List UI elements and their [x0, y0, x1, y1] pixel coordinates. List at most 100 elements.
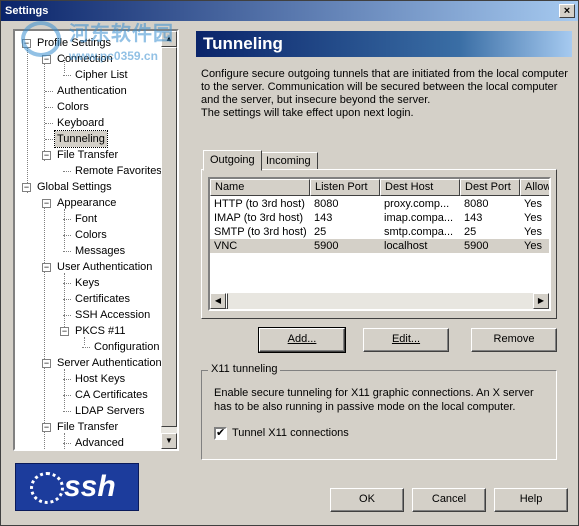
tree-item-certificates[interactable]: Certificates — [73, 291, 132, 307]
column-header-listen-port[interactable]: Listen Port — [310, 179, 380, 196]
table-cell: 143 — [464, 212, 483, 224]
tree-item-ldap-servers[interactable]: LDAP Servers — [73, 403, 147, 419]
scroll-thumb[interactable] — [226, 293, 228, 309]
description-line: and the server, but insecure beyond the … — [201, 94, 431, 106]
edit-button[interactable]: Edit... — [363, 328, 449, 352]
scroll-up-icon[interactable]: ▲ — [161, 31, 177, 47]
tree-item-remote-favorites[interactable]: Remote Favorites — [73, 163, 164, 179]
collapse-icon[interactable]: − — [42, 55, 51, 64]
x11-text-line: has to be also running in passive mode o… — [214, 401, 516, 413]
tab-outgoing[interactable]: Outgoing — [203, 150, 262, 171]
page-title: Tunneling — [196, 31, 572, 57]
column-header-dest-host[interactable]: Dest Host — [380, 179, 460, 196]
settings-window: Settings × − Profile Settings − Connection C… — [0, 0, 579, 526]
table-row[interactable]: VNC 5900 localhost 5900 Yes — [210, 239, 549, 253]
title-bar: Settings × — [1, 1, 578, 21]
tab-incoming[interactable]: Incoming — [259, 152, 318, 170]
table-cell: 8080 — [464, 198, 489, 210]
tree-item-keys[interactable]: Keys — [73, 275, 101, 291]
tree-item-connection[interactable]: Connection — [55, 51, 115, 67]
tree-item-global-settings[interactable]: Global Settings — [35, 179, 114, 195]
description-line: Configure secure outgoing tunnels that a… — [201, 68, 568, 80]
collapse-icon[interactable]: − — [42, 359, 51, 368]
x11-text-line: Enable secure tunneling for X11 graphic … — [214, 387, 534, 399]
tree-item-pkcs-11[interactable]: PKCS #11 — [73, 323, 128, 339]
x11-description: Enable secure tunneling for X11 graphic … — [214, 386, 544, 414]
table-cell: IMAP (to 3rd host) — [214, 212, 304, 224]
column-header-dest-port[interactable]: Dest Port — [460, 179, 520, 196]
close-icon[interactable]: × — [559, 4, 575, 18]
tree-item-colors[interactable]: Colors — [73, 227, 109, 243]
table-cell: imap.compa... — [384, 212, 454, 224]
table-cell: Yes — [524, 212, 542, 224]
tree-item-file-transfer[interactable]: File Transfer — [55, 419, 120, 435]
tunnel-x11-checkbox[interactable]: ✔ — [214, 427, 227, 440]
scroll-right-icon[interactable]: ▶ — [533, 293, 549, 309]
description-line: The settings will take effect upon next … — [201, 107, 414, 119]
table-cell: HTTP (to 3rd host) — [214, 198, 305, 210]
table-cell: SMTP (to 3rd host) — [214, 226, 307, 238]
ssh-logo: ssh — [15, 463, 139, 511]
help-button[interactable]: Help — [494, 488, 568, 512]
collapse-icon[interactable]: − — [60, 327, 69, 336]
cancel-button[interactable]: Cancel — [412, 488, 486, 512]
table-cell: localhost — [384, 240, 428, 252]
tree-item-server-authentication[interactable]: Server Authentication — [55, 355, 164, 371]
table-row[interactable]: HTTP (to 3rd host) 8080 proxy.comp... 8080 Y… — [210, 197, 549, 211]
table-cell: 8080 — [314, 198, 339, 210]
window-title: Settings — [5, 5, 49, 17]
tree-item-messages[interactable]: Messages — [73, 243, 127, 259]
add-button-label: Add... — [287, 333, 317, 345]
table-row[interactable]: IMAP (to 3rd host) 143 imap.compa... 143 Yes — [210, 211, 549, 225]
column-header-name[interactable]: Name — [210, 179, 310, 196]
tree-item-cipher-list[interactable]: Cipher List — [73, 67, 130, 83]
tunnel-x11-label[interactable]: Tunnel X11 connections — [232, 427, 349, 440]
tunnel-list: Name Listen Port Dest Host Dest Port All… — [208, 177, 551, 311]
logo-ring-icon — [30, 472, 64, 504]
tree-item-colors[interactable]: Colors — [55, 99, 91, 115]
list-header: Name Listen Port Dest Host Dest Port All… — [210, 179, 549, 196]
list-horizontal-scrollbar[interactable]: ◀ ▶ — [210, 293, 549, 309]
settings-tree: − Profile Settings − Connection Cipher List A… — [13, 29, 179, 451]
remove-button-label: Remove — [493, 333, 535, 345]
edit-button-label: Edit... — [391, 333, 421, 345]
table-row[interactable]: SMTP (to 3rd host) 25 smtp.compa... 25 Yes — [210, 225, 549, 239]
tree-item-configuration[interactable]: Configuration — [92, 339, 161, 355]
table-cell: Yes — [524, 226, 542, 238]
tree-vertical-scrollbar[interactable]: ▲ ▼ — [161, 31, 177, 449]
table-cell: 25 — [314, 226, 327, 238]
collapse-icon[interactable]: − — [42, 263, 51, 272]
tree-item-tunneling[interactable]: Tunneling — [54, 130, 108, 148]
add-button[interactable]: Add... — [258, 327, 346, 353]
column-header-allow[interactable]: Allow — [520, 179, 549, 196]
tree-item-user-authentication[interactable]: User Authentication — [55, 259, 154, 275]
scroll-left-icon[interactable]: ◀ — [210, 293, 226, 309]
scroll-thumb[interactable] — [161, 47, 177, 427]
table-cell: 25 — [464, 226, 477, 238]
tree-item-advanced[interactable]: Advanced — [73, 435, 126, 449]
description-line: to the server. Communication will be sec… — [201, 81, 558, 93]
tree-item-profile-settings[interactable]: Profile Settings — [35, 35, 113, 51]
table-cell: 5900 — [314, 240, 339, 252]
remove-button[interactable]: Remove — [471, 328, 557, 352]
table-cell: Yes — [524, 240, 542, 252]
collapse-icon[interactable]: − — [42, 199, 51, 208]
tree-item-ssh-accession[interactable]: SSH Accession — [73, 307, 152, 323]
ok-button[interactable]: OK — [330, 488, 404, 512]
tree-item-authentication[interactable]: Authentication — [55, 83, 129, 99]
collapse-icon[interactable]: − — [22, 39, 31, 48]
collapse-icon[interactable]: − — [42, 423, 51, 432]
table-cell: 143 — [314, 212, 333, 224]
scroll-down-icon[interactable]: ▼ — [161, 433, 177, 449]
collapse-icon[interactable]: − — [42, 151, 51, 160]
tree-item-keyboard[interactable]: Keyboard — [55, 115, 106, 131]
tree-item-ca-certificates[interactable]: CA Certificates — [73, 387, 150, 403]
table-cell: proxy.comp... — [384, 198, 450, 210]
tree-item-host-keys[interactable]: Host Keys — [73, 371, 127, 387]
collapse-icon[interactable]: − — [22, 183, 31, 192]
tree-item-appearance[interactable]: Appearance — [55, 195, 118, 211]
tree-item-file-transfer[interactable]: File Transfer — [55, 147, 120, 163]
logo-text: ssh — [64, 470, 116, 503]
x11-group-title: X11 tunneling — [208, 362, 281, 376]
tree-item-font[interactable]: Font — [73, 211, 99, 227]
